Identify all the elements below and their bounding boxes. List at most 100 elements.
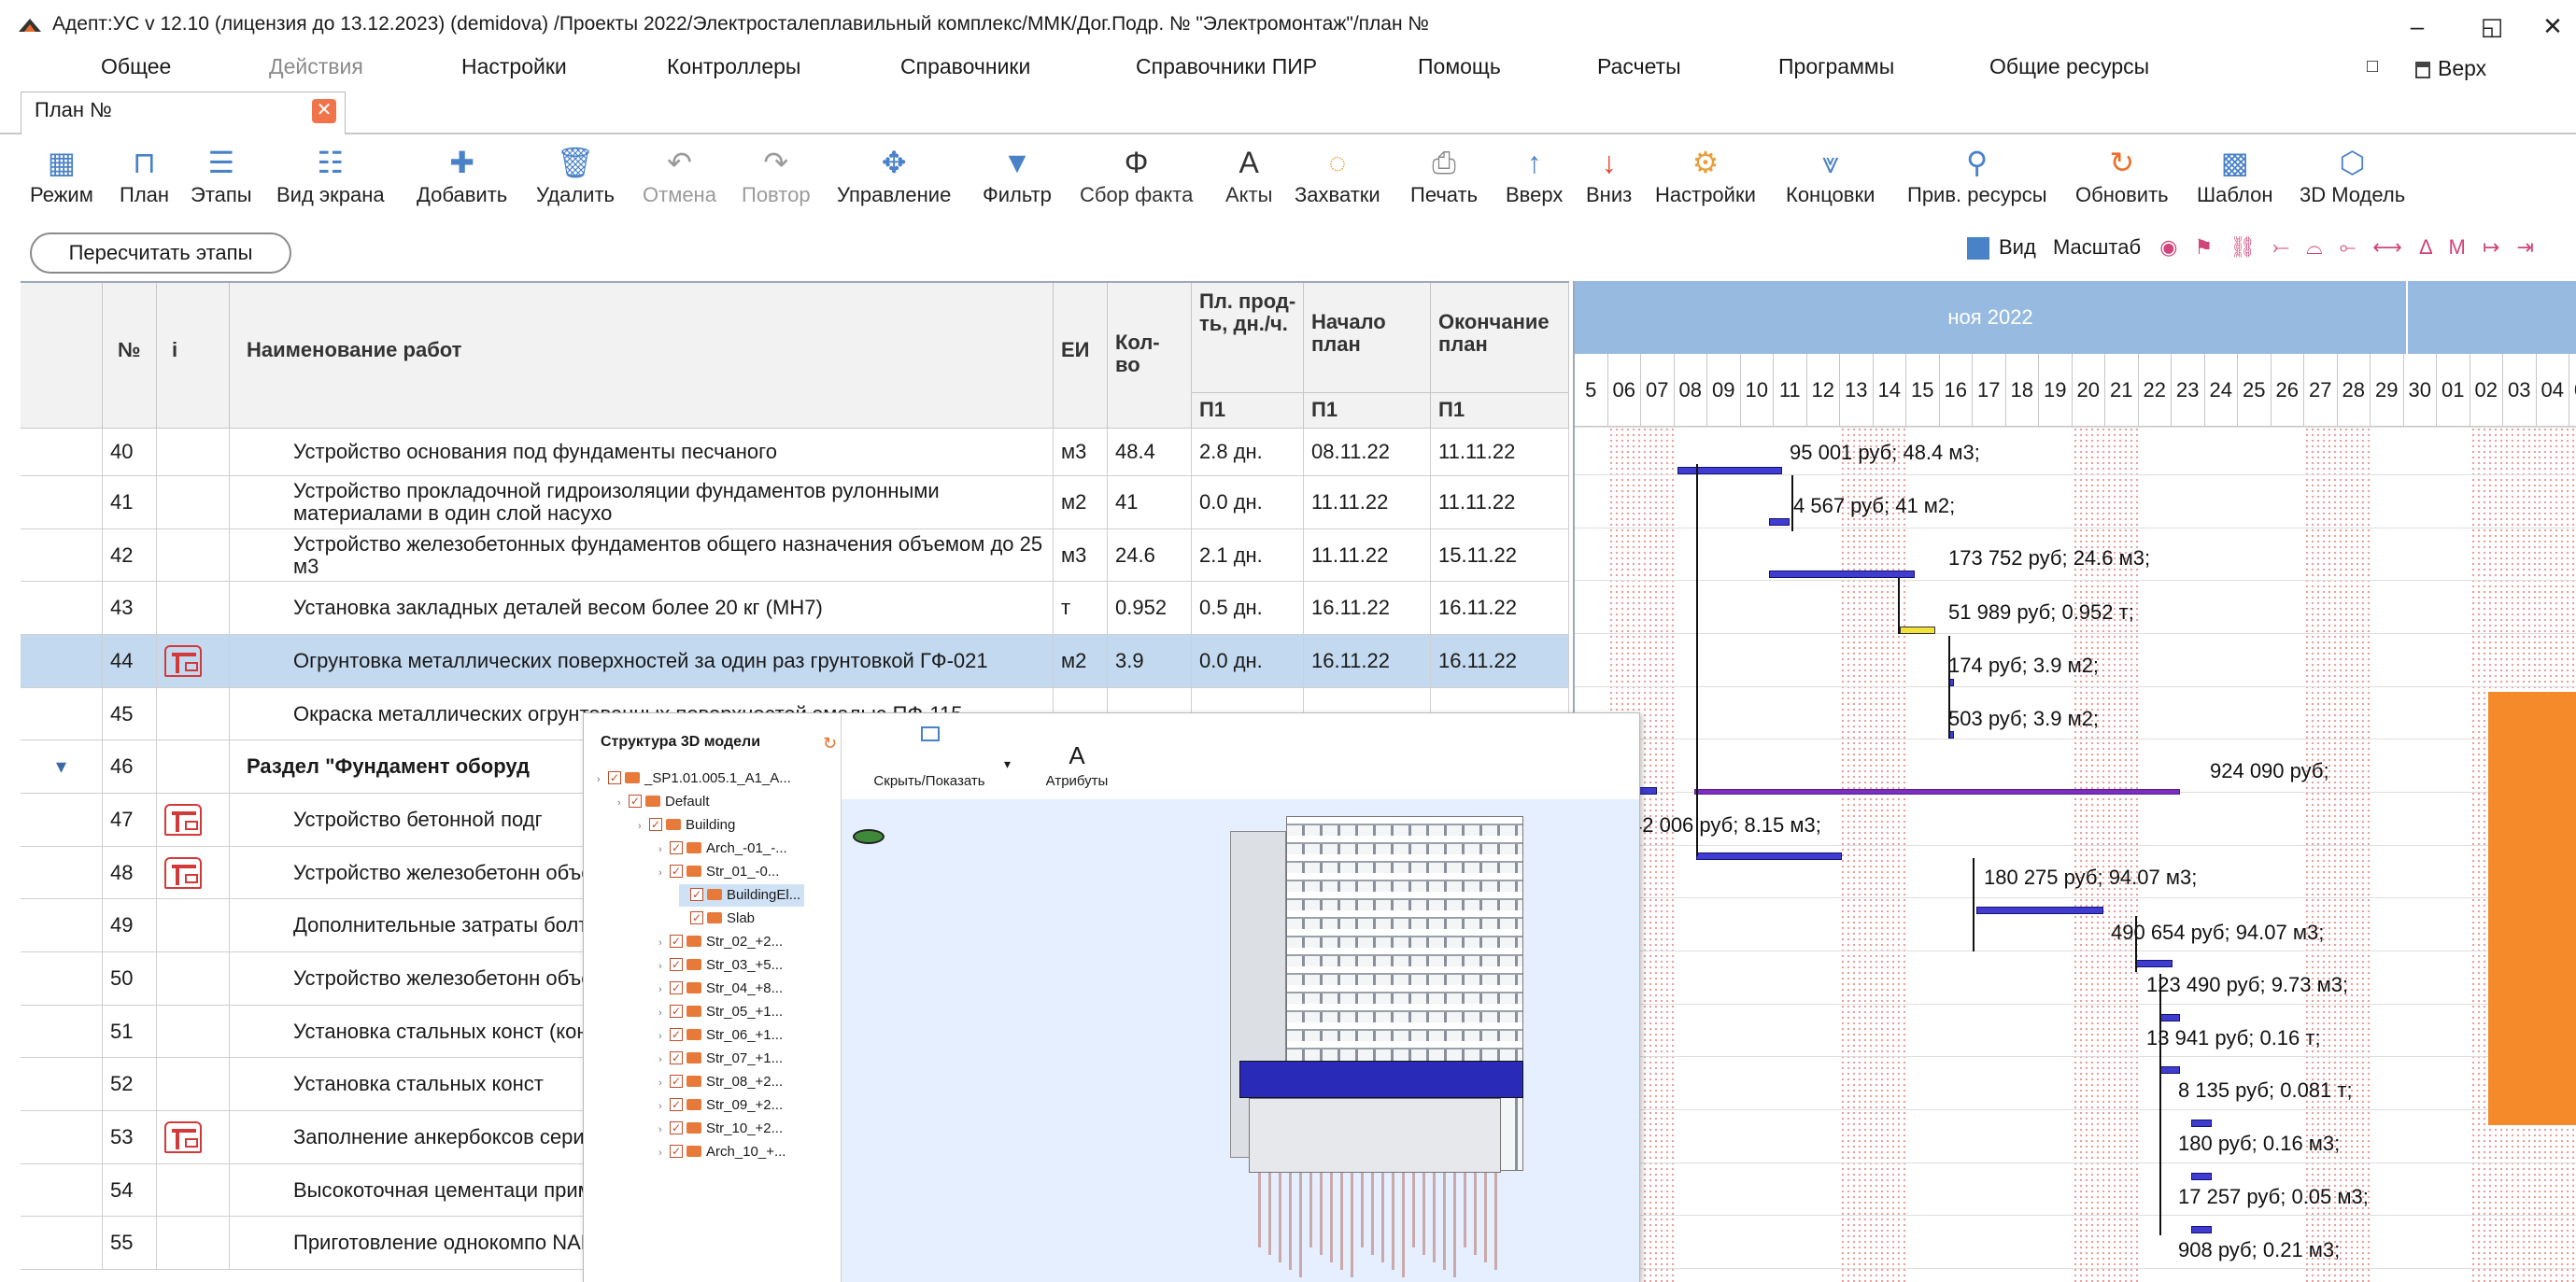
gantt-tool-icons[interactable]: ◉ ⚑ ⛓ ⤚ ⌓ ⟜ ⟷ Δ M ↦ ⇥ [2159, 235, 2540, 259]
tree-checkbox[interactable]: ✓ [670, 935, 683, 949]
view-button[interactable]: Вид [1999, 235, 2036, 259]
collect-fact-button[interactable]: Φ Сбор факта [1080, 142, 1193, 207]
gantt-task-bar[interactable] [1900, 627, 1935, 634]
row-select-cell[interactable] [21, 476, 103, 528]
tree-checkbox[interactable]: ✓ [670, 865, 683, 879]
gantt-task-bar[interactable] [1677, 467, 1782, 474]
row-select-cell[interactable] [21, 847, 103, 898]
tree-checkbox[interactable]: ✓ [649, 818, 662, 832]
tab-close-icon[interactable]: ✕ [312, 99, 336, 123]
model-tree-node[interactable]: › ✓ Str_09_+2... [658, 1094, 783, 1117]
row-select-cell[interactable] [21, 952, 103, 1005]
tree-expand-icon[interactable]: › [617, 792, 629, 814]
tree-refresh-icon[interactable]: ↻ [823, 732, 837, 754]
tree-checkbox[interactable]: ✓ [690, 888, 703, 902]
gantt-summary-bar[interactable] [1694, 789, 2180, 795]
model-tree-node[interactable]: ✓ BuildingEl... [679, 884, 805, 907]
tree-expand-icon[interactable]: › [658, 1002, 670, 1024]
gantt-task-bar[interactable] [2135, 960, 2173, 967]
stages-button[interactable]: ☰ Этапы [191, 142, 252, 207]
model-3d-viewer[interactable]: Скрыть/Показать ▾ A Атрибуты [842, 713, 1639, 1282]
print-button[interactable]: ⎙ Печать [1410, 142, 1478, 207]
col-header-qty[interactable]: Кол-во [1108, 283, 1192, 429]
menu-help[interactable]: Помощь [1418, 54, 1501, 79]
mode-button[interactable]: ▦ Режим [30, 142, 93, 207]
tree-expand-icon[interactable]: › [658, 932, 670, 954]
gantt-task-bar[interactable] [2159, 1066, 2180, 1074]
model-tree-node[interactable]: ✓ Slab [679, 908, 755, 930]
model-tree-node[interactable]: › ✓ Str_04_+8... [658, 978, 783, 1000]
col-header-num[interactable]: № [103, 283, 157, 429]
tree-checkbox[interactable]: ✓ [670, 1121, 683, 1135]
gantt-task-bar[interactable] [1769, 571, 1915, 578]
row-select-cell[interactable] [21, 1164, 103, 1216]
gantt-task-bar[interactable] [2191, 1120, 2212, 1127]
row-select-cell[interactable] [21, 1006, 103, 1057]
tree-expand-icon[interactable]: › [658, 1072, 670, 1094]
move-down-button[interactable]: ↓ Вниз [1586, 142, 1632, 207]
col-header-end[interactable]: Окончание план П1 [1431, 283, 1569, 429]
menu-references[interactable]: Справочники [900, 54, 1030, 79]
tree-checkbox[interactable]: ✓ [670, 1075, 683, 1089]
model-tree-node[interactable]: › ✓ Str_07_+1... [658, 1048, 783, 1070]
model-tree-node[interactable]: › ✓ Building [638, 814, 735, 837]
acts-button[interactable]: A Акты [1225, 142, 1272, 207]
attach-resources-button[interactable]: ⚲ Прив. ресурсы [1907, 142, 2047, 207]
gantt-task-bar[interactable] [1769, 518, 1790, 526]
model-3d-button[interactable]: ⬡ 3D Модель [2300, 142, 2405, 207]
tree-checkbox[interactable]: ✓ [608, 771, 621, 785]
move-up-button[interactable]: ↑ Вверх [1506, 142, 1563, 207]
table-row[interactable]: 40 Устройство основания под фундаменты пе… [21, 429, 1569, 476]
col-header-unit[interactable]: ЕИ [1054, 283, 1108, 429]
attributes-button[interactable]: Атрибуты [1038, 773, 1116, 789]
template-button[interactable]: ▩ Шаблон [2197, 142, 2272, 207]
table-row[interactable]: 42 Устройство железобетонных фундаментов … [21, 529, 1569, 582]
model-tree-node[interactable]: › ✓ Str_02_+2... [658, 931, 783, 953]
tree-checkbox[interactable]: ✓ [670, 1051, 683, 1065]
row-select-cell[interactable] [21, 688, 103, 740]
model-tree-node[interactable]: › ✓ Str_10_+2... [658, 1118, 783, 1140]
tree-expand-icon[interactable]: › [597, 768, 608, 791]
menu-shared-resources[interactable]: Общие ресурсы [1989, 54, 2149, 79]
settings-button[interactable]: ⚙ Настройки [1655, 142, 1756, 207]
tree-checkbox[interactable]: ✓ [670, 958, 683, 972]
menu-calculations[interactable]: Расчеты [1597, 54, 1681, 79]
tree-checkbox[interactable]: ✓ [670, 1145, 683, 1159]
crane-warning-icon[interactable] [164, 856, 202, 889]
row-select-cell[interactable] [21, 582, 103, 634]
menu-settings[interactable]: Настройки [461, 54, 567, 79]
hide-show-button[interactable] [864, 726, 997, 769]
redo-button[interactable]: ↷ Повтор [742, 142, 811, 207]
tree-expand-icon[interactable]: › [658, 862, 670, 884]
tree-checkbox[interactable]: ✓ [670, 1028, 683, 1042]
model-tree-node[interactable]: › ✓ Str_06_+1... [658, 1024, 783, 1047]
plan-button[interactable]: ⊓ План [120, 142, 169, 207]
col-header-info[interactable]: i [157, 283, 230, 429]
gantt-task-bar[interactable] [2191, 1173, 2212, 1180]
layout-checkbox[interactable]: □ [2367, 56, 2378, 77]
tree-expand-icon[interactable]: › [658, 1025, 670, 1048]
menu-references-pir[interactable]: Справочники ПИР [1136, 54, 1317, 79]
gantt-task-bar[interactable] [1976, 907, 2103, 914]
attributes-icon[interactable]: A [1038, 741, 1116, 770]
tree-expand-icon[interactable]: › [658, 979, 670, 1001]
row-select-cell[interactable] [21, 635, 103, 687]
gantt-chart[interactable]: ноя 2022 5 06 07 08 09 10 11 12 13 14 15 16 17 18 19 20… [1573, 281, 2576, 1282]
expand-toggle-icon[interactable]: ▾ [21, 740, 103, 793]
tree-expand-icon[interactable]: › [658, 1119, 670, 1141]
tree-checkbox[interactable]: ✓ [629, 795, 642, 809]
tree-expand-icon[interactable]: › [658, 955, 670, 978]
table-row[interactable]: 41 Устройство прокладочной гидроизоляции … [21, 476, 1569, 529]
model-tree-node[interactable]: › ✓ Arch_-01_-... [658, 838, 787, 860]
add-button[interactable]: ✚ Добавить [417, 142, 507, 207]
tree-checkbox[interactable]: ✓ [690, 911, 703, 925]
menu-programs[interactable]: Программы [1778, 54, 1894, 79]
row-select-cell[interactable] [21, 1111, 103, 1163]
model-tree-node[interactable]: › ✓ Str_05_+1... [658, 1001, 783, 1023]
model-tree-node[interactable]: › ✓ Str_03_+5... [658, 954, 783, 977]
tree-expand-icon[interactable]: › [658, 1049, 670, 1071]
endings-button[interactable]: ⩔ Концовки [1786, 142, 1875, 207]
model-tree-node[interactable]: › ✓ Arch_10_+... [658, 1141, 786, 1163]
hide-show-dropdown-icon[interactable]: ▾ [1004, 756, 1011, 772]
crane-warning-icon[interactable] [164, 804, 202, 836]
